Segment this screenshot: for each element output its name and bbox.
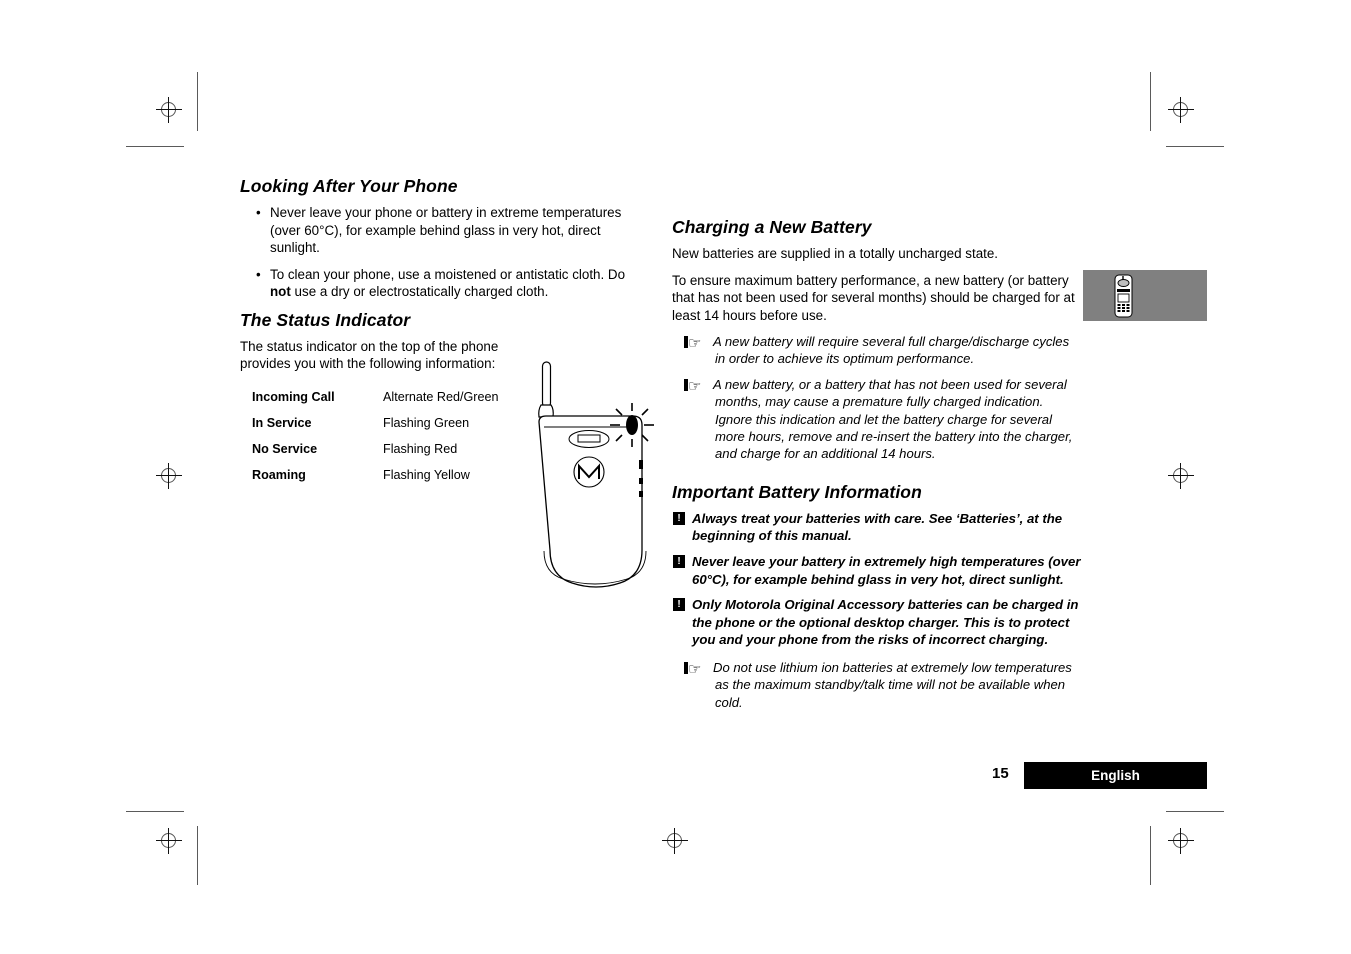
table-row: Incoming Call Alternate Red/Green	[252, 390, 499, 416]
registration-hline	[156, 840, 182, 841]
registration-hline	[1168, 109, 1194, 110]
heading-looking-after-your-phone: Looking After Your Phone	[240, 176, 458, 196]
trim-line-bottom-right-horizontal	[1166, 811, 1224, 812]
trim-line-bottom-left-vertical	[197, 826, 198, 885]
looking-after-bullet-list: • Never leave your phone or battery in ex…	[240, 204, 645, 301]
registration-mark-top-right	[1168, 97, 1194, 123]
trim-line-bottom-left-horizontal	[126, 811, 184, 812]
warning-block: ! Never leave your battery in extremely h…	[672, 553, 1082, 588]
warning-block: ! Only Motorola Original Accessory batter…	[672, 596, 1082, 649]
note-block: ☞ Do not use lithium ion batteries at ext…	[672, 659, 1082, 711]
bullet-glyph: •	[256, 266, 261, 282]
status-value: Alternate Red/Green	[383, 389, 499, 404]
registration-mark-mid-right	[1168, 463, 1194, 489]
phone-front-illustration	[530, 355, 660, 600]
bullet-text: Never leave your phone or battery in ext…	[270, 205, 622, 256]
pointing-hand-icon: ☞	[684, 660, 713, 677]
heading-the-status-indicator: The Status Indicator	[240, 309, 411, 330]
registration-vline	[168, 828, 169, 854]
note-text: A new battery, or a battery that has not…	[713, 376, 1073, 462]
registration-vline	[168, 463, 169, 489]
warning-text: Never leave your battery in extremely hi…	[692, 554, 1081, 587]
registration-mark-bottom-right	[1168, 828, 1194, 854]
bullet-text-emphasis: not	[270, 284, 291, 300]
registration-vline	[674, 828, 675, 854]
bullet-glyph: •	[256, 205, 261, 220]
status-label: Roaming	[252, 467, 306, 482]
registration-hline	[156, 109, 182, 110]
trim-line-top-left-vertical	[197, 72, 198, 131]
registration-hline	[1168, 840, 1194, 841]
bullet-text-post: use a dry or electrostatically charged c…	[290, 284, 549, 300]
registration-vline	[168, 97, 169, 123]
registration-mark-mid-left	[156, 463, 182, 489]
language-label: English	[1091, 768, 1140, 783]
registration-hline	[662, 840, 688, 841]
charging-paragraph-1: New batteries are supplied in a totally …	[672, 246, 999, 261]
trim-line-top-left-horizontal	[126, 146, 184, 147]
heading-important-battery-information: Important Battery Information	[672, 481, 922, 502]
bullet-text-pre: To clean your phone, use a moistened or …	[270, 266, 626, 282]
status-value: Flashing Green	[383, 415, 470, 430]
registration-mark-bottom-left	[156, 828, 182, 854]
list-item: • Never leave your phone or battery in ex…	[240, 204, 645, 257]
warning-exclamation-icon: !	[673, 555, 685, 569]
right-column: Charging a New Battery New batteries are…	[672, 217, 1082, 719]
note-text: A new battery will require several full …	[713, 334, 1070, 367]
registration-vline	[1180, 463, 1181, 489]
note-block: ☞ A new battery will require several full…	[672, 333, 1082, 368]
warning-block: ! Always treat your batteries with care. …	[672, 510, 1082, 545]
status-label: In Service	[252, 415, 312, 430]
trim-line-bottom-right-vertical	[1150, 826, 1151, 885]
status-indicator-intro: The status indicator on the top of the p…	[240, 338, 499, 372]
page-number: 15	[992, 765, 1009, 782]
pointing-hand-icon: ☞	[684, 334, 713, 351]
trim-line-top-right-vertical	[1150, 72, 1151, 131]
table-row: Roaming Flashing Yellow	[252, 468, 499, 494]
trim-line-top-right-horizontal	[1166, 146, 1224, 147]
flip-phone-icon	[1107, 274, 1141, 323]
registration-vline	[1180, 97, 1181, 123]
status-value: Flashing Yellow	[383, 467, 470, 482]
status-indicator-table: Incoming Call Alternate Red/Green In Ser…	[252, 390, 499, 494]
language-bar: English	[1024, 762, 1207, 789]
table-row: In Service Flashing Green	[252, 416, 499, 442]
note-text: Do not use lithium ion batteries at extr…	[713, 660, 1072, 710]
table-row: No Service Flashing Red	[252, 442, 499, 468]
warning-exclamation-icon: !	[673, 511, 685, 525]
note-block: ☞ A new battery, or a battery that has no…	[672, 376, 1082, 463]
status-led-flashing	[610, 403, 654, 447]
registration-vline	[1180, 828, 1181, 854]
status-label: No Service	[252, 441, 318, 456]
heading-charging-a-new-battery: Charging a New Battery	[672, 217, 872, 237]
status-label: Incoming Call	[252, 389, 335, 404]
warning-text: Always treat your batteries with care. S…	[692, 510, 1063, 544]
registration-hline	[1168, 475, 1194, 476]
warning-exclamation-icon: !	[673, 598, 685, 612]
list-item: • To clean your phone, use a moistened or…	[240, 266, 645, 301]
registration-mark-top-left	[156, 97, 182, 123]
chapter-tab	[1083, 270, 1207, 321]
pointing-hand-icon: ☞	[684, 377, 713, 394]
warning-text: Only Motorola Original Accessory batteri…	[692, 597, 1079, 648]
charging-paragraph-2: To ensure maximum battery performance, a…	[672, 272, 1075, 323]
status-value: Flashing Red	[383, 441, 458, 456]
registration-mark-bottom-center	[662, 828, 688, 854]
registration-hline	[156, 475, 182, 476]
